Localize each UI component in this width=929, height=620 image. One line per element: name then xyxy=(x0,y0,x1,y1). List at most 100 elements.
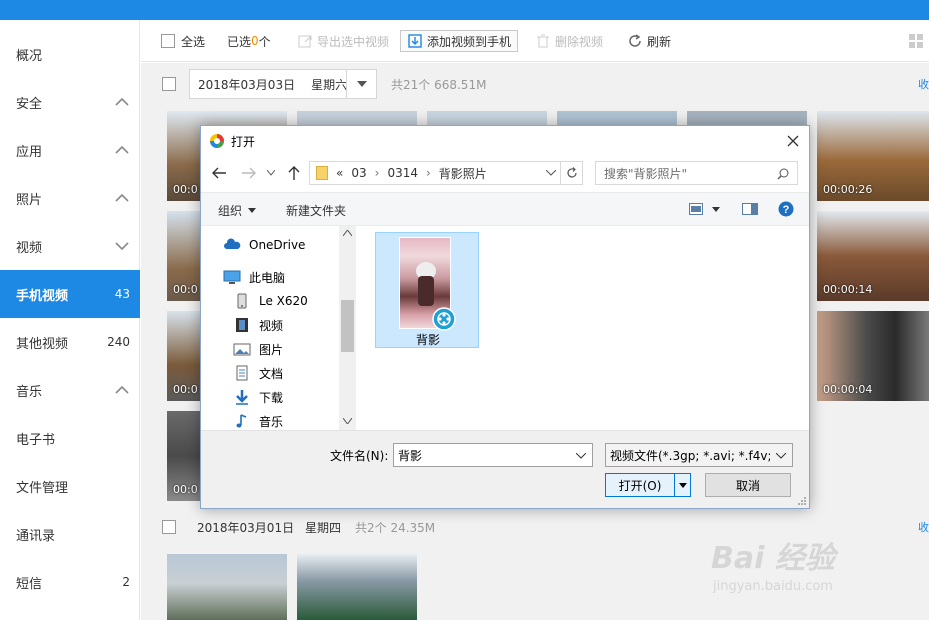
chevron-down-icon[interactable] xyxy=(576,453,586,459)
nav-item-pictures[interactable]: 图片 xyxy=(233,337,283,361)
collapse-link[interactable]: 收 xyxy=(918,519,929,535)
delete-video-button[interactable]: 删除视频 xyxy=(535,30,603,52)
view-dropdown-icon[interactable] xyxy=(712,207,720,212)
dialog-command-bar: 组织 新建文件夹 ? xyxy=(201,192,809,226)
svg-text:?: ? xyxy=(783,204,790,216)
address-dropdown-icon[interactable] xyxy=(546,170,556,176)
breadcrumb-item[interactable]: 0314 xyxy=(387,166,418,180)
video-thumbnail[interactable] xyxy=(167,554,287,620)
group-checkbox[interactable] xyxy=(162,520,176,534)
nav-pane-scrollbar[interactable] xyxy=(339,226,356,430)
address-bar[interactable]: « 03 › 0314 › 背影照片 xyxy=(309,161,583,185)
scroll-down-icon[interactable] xyxy=(343,418,352,424)
sidebar-item-apps[interactable]: 应用 xyxy=(0,126,140,174)
sidebar: 概况 安全 应用 照片 视频 手机视频 43 其他视频 240 音乐 电子书 文件管… xyxy=(0,20,140,620)
collapse-link[interactable]: 收 xyxy=(918,76,929,92)
group-summary: 共21个 668.51M xyxy=(391,77,487,92)
video-thumbnail[interactable] xyxy=(297,111,417,125)
select-all-checkbox[interactable]: 全选 xyxy=(161,30,205,52)
video-thumbnail[interactable] xyxy=(687,111,807,125)
sidebar-item-label: 视频 xyxy=(16,240,43,256)
file-type-value: 视频文件(*.3gp; *.avi; *.f4v; *.f xyxy=(610,448,770,463)
video-thumbnail[interactable]: 00:00:26 xyxy=(817,111,929,201)
chevron-down-icon[interactable] xyxy=(346,70,376,98)
chevron-down-icon[interactable] xyxy=(776,453,786,459)
help-icon[interactable]: ? xyxy=(778,201,794,217)
export-button[interactable]: 导出选中视频 xyxy=(297,30,389,52)
group-date: 2018年03月01日 xyxy=(197,520,295,535)
new-folder-button[interactable]: 新建文件夹 xyxy=(286,202,346,219)
checkbox[interactable] xyxy=(161,34,175,48)
selected-prefix: 已选 xyxy=(227,34,252,49)
nav-item-this-pc[interactable]: 此电脑 xyxy=(223,265,285,289)
video-thumbnail[interactable] xyxy=(297,554,417,620)
sidebar-item-phone-video[interactable]: 手机视频 43 xyxy=(0,270,140,318)
group-summary: 共2个 24.35M xyxy=(355,520,436,535)
chevron-down-icon xyxy=(115,242,129,251)
sidebar-item-count: 43 xyxy=(114,287,130,301)
sidebar-item-ebook[interactable]: 电子书 xyxy=(0,414,140,462)
search-input[interactable]: 搜索"背影照片" xyxy=(595,161,798,185)
nav-item-downloads[interactable]: 下载 xyxy=(233,385,283,409)
video-thumbnail[interactable]: 00:00:14 xyxy=(817,211,929,301)
export-icon xyxy=(298,35,312,48)
breadcrumb-item[interactable]: 背影照片 xyxy=(439,165,487,182)
baidu-watermark-logo: Bai 经验 xyxy=(711,541,835,576)
nav-item-documents[interactable]: 文档 xyxy=(233,361,283,385)
sidebar-item-video[interactable]: 视频 xyxy=(0,222,140,270)
scrollbar-thumb[interactable] xyxy=(341,300,354,352)
video-thumbnail[interactable] xyxy=(427,111,547,125)
organize-menu[interactable]: 组织 xyxy=(218,202,257,219)
sidebar-item-sms[interactable]: 短信 2 xyxy=(0,558,140,606)
add-video-label: 添加视频到手机 xyxy=(427,34,512,49)
refresh-button[interactable]: 刷新 xyxy=(627,30,671,52)
sidebar-item-other-video[interactable]: 其他视频 240 xyxy=(0,318,140,366)
open-options-arrow-icon[interactable] xyxy=(674,474,690,496)
forward-arrow-icon[interactable] xyxy=(241,166,257,180)
toolbar: 全选 已选 0 个 导出选中视频 添加视频到手机 删除视频 刷新 xyxy=(141,20,929,62)
refresh-icon xyxy=(629,34,641,47)
dialog-title: 打开 xyxy=(231,134,256,149)
nav-item-videos[interactable]: 视频 xyxy=(233,313,283,337)
navigation-pane: OneDrive 此电脑 Le X620 视频 图片 文档 下载 音乐 xyxy=(201,226,356,430)
sidebar-item-overview[interactable]: 概况 xyxy=(0,30,140,78)
trash-icon xyxy=(537,34,549,48)
recent-locations-chevron-icon[interactable] xyxy=(267,170,275,176)
open-button[interactable]: 打开(O) xyxy=(605,473,691,497)
breadcrumb-overflow[interactable]: « xyxy=(336,166,343,180)
resize-grip-icon[interactable] xyxy=(797,496,807,506)
sidebar-item-label: 安全 xyxy=(16,96,43,112)
file-type-filter[interactable]: 视频文件(*.3gp; *.avi; *.f4v; *.f xyxy=(605,443,793,467)
video-thumbnail[interactable]: 00:00:04 xyxy=(817,311,929,401)
filename-value: 背影 xyxy=(398,448,423,463)
sidebar-item-label: 照片 xyxy=(16,192,43,208)
view-options-icon[interactable] xyxy=(689,203,703,215)
sidebar-item-music[interactable]: 音乐 xyxy=(0,366,140,414)
preview-pane-icon[interactable] xyxy=(742,203,758,215)
grid-view-icon[interactable] xyxy=(909,34,923,48)
refresh-icon[interactable] xyxy=(560,162,582,184)
close-icon[interactable] xyxy=(787,135,799,147)
cancel-button[interactable]: 取消 xyxy=(705,473,791,497)
filename-label: 文件名(N): xyxy=(330,449,389,463)
sidebar-item-files[interactable]: 文件管理 xyxy=(0,462,140,510)
date-selector[interactable]: 2018年03月03日 星期六 xyxy=(189,69,377,99)
cancel-button-label: 取消 xyxy=(735,478,760,493)
scroll-up-icon[interactable] xyxy=(343,230,352,236)
video-thumbnail[interactable] xyxy=(557,111,677,125)
nav-item-onedrive[interactable]: OneDrive xyxy=(223,233,305,257)
breadcrumb-item[interactable]: 03 xyxy=(351,166,366,180)
file-name: 背影 xyxy=(415,333,440,347)
search-placeholder: 搜索"背影照片" xyxy=(604,166,688,181)
up-arrow-icon[interactable] xyxy=(287,165,301,181)
sidebar-item-contacts[interactable]: 通讯录 xyxy=(0,510,140,558)
filename-input[interactable]: 背影 xyxy=(393,443,593,467)
group-checkbox[interactable] xyxy=(162,77,176,91)
nav-item-label: Le X620 xyxy=(259,294,308,308)
back-arrow-icon[interactable] xyxy=(211,166,227,180)
sidebar-item-security[interactable]: 安全 xyxy=(0,78,140,126)
nav-item-device[interactable]: Le X620 xyxy=(233,289,308,313)
add-video-button[interactable]: 添加视频到手机 xyxy=(400,30,519,52)
sidebar-item-photos[interactable]: 照片 xyxy=(0,174,140,222)
file-item-video[interactable]: 背影 xyxy=(375,232,479,348)
